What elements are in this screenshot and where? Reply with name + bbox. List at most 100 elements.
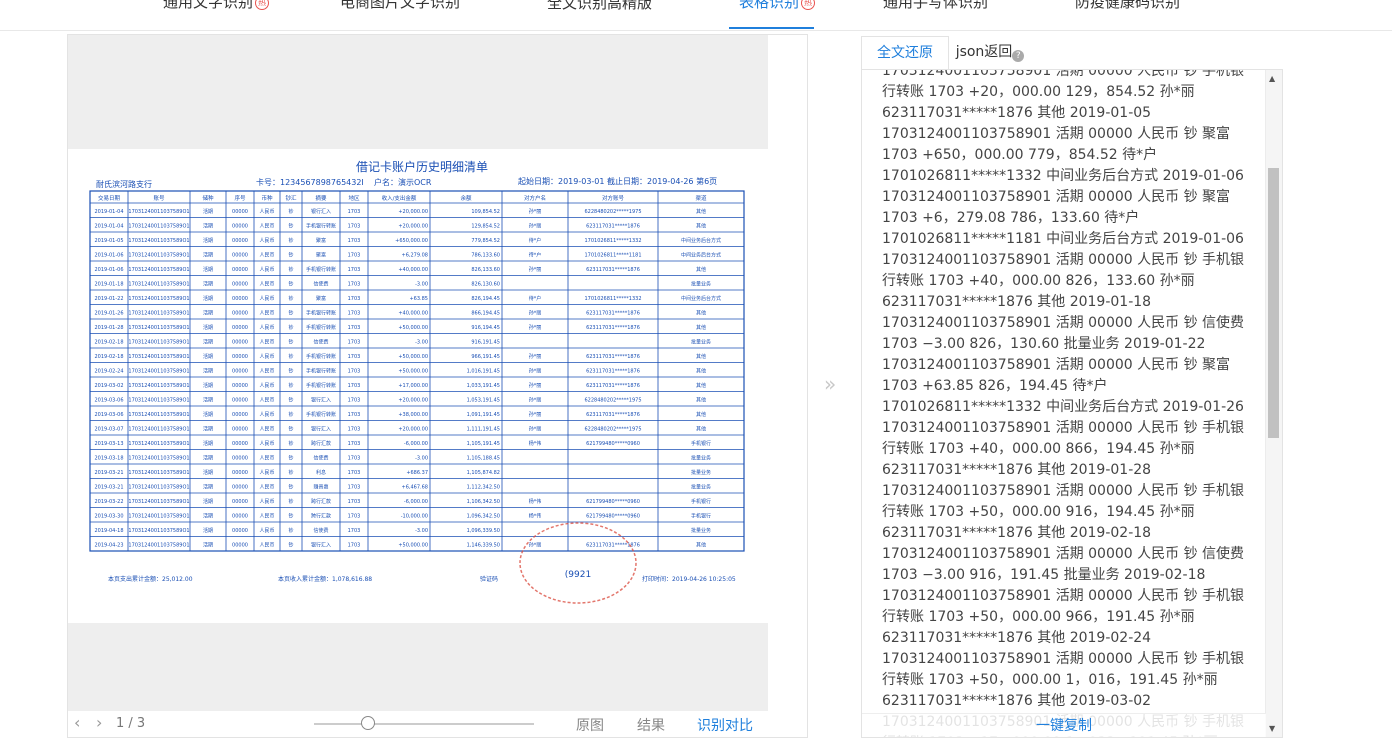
table-cell: 2019-03-06 (94, 398, 123, 404)
table-cell: 17031240011037589O1 (128, 528, 189, 534)
result-text-line: 1701026811*****1181 中间业务后台方式 2019-01-06 (882, 231, 1244, 247)
table-cell: 其他 (696, 411, 706, 418)
table-cell: 批量业务 (691, 527, 711, 534)
result-text: 1703124001103758901 活期 00000 人民币 钞 手机银 行转… (882, 70, 1262, 737)
page-indicator: 1 / 3 (116, 716, 146, 731)
result-text-line: 行转账 1703 +50，000.00 916，194.45 孙*丽 (882, 504, 1195, 520)
table-cell: -3.00 (415, 282, 428, 288)
table-cell: 17031240011037589O1 (128, 224, 189, 230)
table-cell: 1703 (348, 470, 361, 476)
table-cell: 中间业务后台方式 (681, 295, 721, 302)
next-page-icon[interactable]: › (96, 713, 102, 732)
table-cell: 17031240011037589O1 (128, 340, 189, 346)
table-cell: 2019-04-18 (94, 528, 123, 534)
table-cell: 批量业务 (691, 339, 711, 346)
table-cell: 孙*丽 (529, 353, 542, 360)
result-text-line: 623117031*****1876 其他 2019-02-18 (882, 525, 1152, 541)
table-header-cell: 渠道 (695, 194, 707, 202)
help-icon[interactable]: ? (1012, 50, 1025, 62)
table-cell: +50,000.00 (398, 325, 428, 331)
table-cell: 1703 (348, 456, 361, 462)
table-cell: 623117031*****1876 (586, 543, 640, 549)
table-cell: 活期 (203, 455, 213, 462)
table-cell: 1701026811*****1181 (584, 253, 641, 259)
table-cell: 00000 (232, 311, 248, 317)
table-cell: 623117031*****1876 (586, 325, 640, 331)
table-cell: 1703 (348, 267, 361, 273)
table-cell: 1703 (348, 427, 361, 433)
nav-item-table-ocr[interactable]: 表格识别热 (739, 0, 816, 12)
nav-item-fulltext-ocr[interactable]: 全文识别高精版 (547, 0, 676, 13)
table-cell: 银行汇入 (311, 208, 331, 215)
table-cell: 17031240011037589O1 (128, 369, 189, 375)
table-cell: 621799480*****0960 (586, 514, 640, 520)
nav-item-handwriting-ocr[interactable]: 通用手写体识别 (883, 0, 988, 12)
table-cell: 跨行汇款 (311, 440, 331, 447)
table-cell: 00000 (232, 456, 248, 462)
scrollbar-thumb[interactable] (1268, 168, 1279, 438)
table-cell: 1703 (348, 514, 361, 520)
table-cell: 人民币 (259, 208, 274, 215)
table-cell: 109,854.52 (471, 209, 500, 215)
copy-all-button[interactable]: 一键复制 (1036, 718, 1092, 734)
table-cell: 1,091,191.45 (467, 412, 500, 418)
table-cell: 活期 (203, 498, 213, 505)
table-cell: 129,854.52 (471, 224, 500, 230)
result-text-line: 1703 +6，279.08 786，133.60 待*户 (882, 210, 1140, 226)
table-header-cell: 序号 (234, 194, 246, 202)
table-cell: 1,105,874.82 (467, 470, 500, 476)
table-cell: 00000 (232, 238, 248, 244)
table-cell: 杨*伟 (529, 498, 542, 505)
table-cell: -6,000.00 (404, 441, 428, 447)
table-cell: 1,096,339.50 (467, 528, 500, 534)
table-cell: 活期 (203, 542, 213, 549)
table-cell: 聚富 (316, 237, 326, 244)
table-cell: 其他 (696, 382, 706, 389)
table-cell: 钞 (288, 295, 293, 302)
table-cell: 1703 (348, 383, 361, 389)
table-cell: 00000 (232, 209, 248, 215)
view-result-link[interactable]: 结果 (637, 715, 665, 735)
table-cell: 人民币 (259, 527, 274, 534)
table-cell: 00000 (232, 441, 248, 447)
table-cell: 2019-03-21 (94, 485, 123, 491)
tab-json[interactable]: json返回? (948, 36, 1032, 69)
table-cell: 孙*丽 (529, 382, 542, 389)
table-cell: 活期 (203, 223, 213, 230)
prev-page-icon[interactable]: ‹ (74, 713, 80, 732)
table-cell: 批量业务 (691, 455, 711, 462)
table-cell: 00000 (232, 369, 248, 375)
table-cell: -3.00 (415, 528, 428, 534)
table-cell: 1701026811*****1332 (584, 296, 641, 302)
zoom-slider-handle[interactable] (361, 716, 375, 730)
table-cell: 1703 (348, 340, 361, 346)
nav-item-health-code-ocr[interactable]: 防疫健康码识别 (1075, 0, 1180, 12)
table-cell: 1703 (348, 325, 361, 331)
scroll-down-icon[interactable]: ▼ (1269, 724, 1275, 733)
table-cell: 活期 (203, 324, 213, 331)
table-cell: 17031240011037589O1 (128, 398, 189, 404)
scrollbar[interactable]: ▲ ▼ (1265, 70, 1282, 737)
nav-item-general-ocr[interactable]: 通用文字识别热 (163, 0, 270, 12)
top-nav: 通用文字识别热 电商图片文字识别 全文识别高精版 表格识别热 通用手写体识别 防… (0, 0, 1392, 31)
scroll-up-icon[interactable]: ▲ (1269, 74, 1275, 83)
table-cell: 钞 (288, 310, 293, 317)
image-footer: ‹ › 1 / 3 原图 结果 识别对比 (68, 711, 807, 737)
tab-fulltext[interactable]: 全文还原 (861, 36, 949, 71)
table-cell: 779,854.52 (471, 238, 500, 244)
table-cell: 钞 (288, 223, 293, 230)
view-original-link[interactable]: 原图 (576, 715, 604, 735)
view-compare-link[interactable]: 识别对比 (697, 715, 753, 735)
table-cell: 孙*丽 (529, 542, 542, 549)
table-cell: 活期 (203, 281, 213, 288)
table-cell: +63.85 (409, 296, 428, 302)
table-cell: 2019-03-02 (94, 383, 123, 389)
result-text-line: 1703124001103758901 活期 00000 人民币 钞 手机银 (882, 252, 1245, 268)
table-cell: 手机银行 (691, 440, 711, 447)
zoom-slider-track[interactable] (314, 723, 534, 725)
table-cell: 623117031*****1876 (586, 224, 640, 230)
table-cell: 1,111,191.45 (467, 427, 500, 433)
table-cell: +20,000.00 (398, 209, 428, 215)
nav-item-ecommerce-ocr[interactable]: 电商图片文字识别 (340, 0, 460, 12)
result-text-box: 1703124001103758901 活期 00000 人民币 钞 手机银 行转… (861, 69, 1283, 738)
